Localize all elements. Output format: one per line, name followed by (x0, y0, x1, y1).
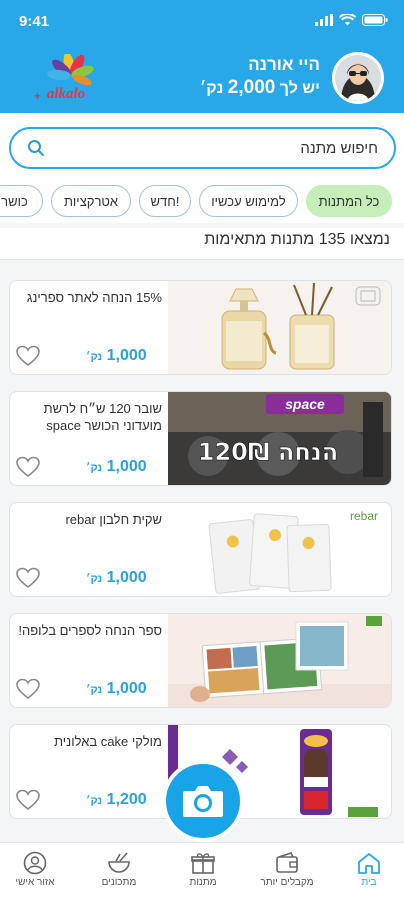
battery-icon (362, 14, 388, 26)
signal-icon (315, 14, 333, 26)
gift-price: 1,000 נק׳ (86, 458, 147, 475)
gift-card[interactable]: space 120₪ הנחה שובר 120 ש״ח לרשת מועדונ… (9, 391, 392, 486)
search-icon[interactable] (27, 139, 45, 157)
chip-redeem-now[interactable]: למימוש עכשיו (199, 185, 298, 217)
gift-image: rebar (168, 503, 391, 596)
balance-unit: נק׳ (199, 80, 224, 97)
brand-space-label: space (285, 396, 325, 412)
gift-image (168, 281, 391, 374)
app-header: 9:41 alkalo + היי אורנה יש לך 2,000 נק׳ (0, 0, 404, 113)
nav-gifts[interactable]: מתנות (168, 851, 238, 888)
gift-title: שקית חלבון rebar (65, 512, 162, 527)
wallet-icon (276, 852, 298, 873)
gift-image (168, 614, 391, 707)
brand-rebar-label: rebar (350, 509, 378, 523)
gift-price: 1,000 נק׳ (86, 680, 147, 697)
home-icon (358, 853, 380, 874)
search-placeholder: חיפוש מתנה (300, 139, 378, 157)
logo-text: alkalo (47, 86, 85, 102)
favorite-heart-icon[interactable] (16, 345, 40, 367)
nav-recipes[interactable]: מתכונים (84, 851, 154, 888)
gift-icon (191, 853, 215, 874)
gift-image: space 120₪ הנחה (168, 392, 391, 485)
balance-prefix: יש לך (279, 80, 320, 97)
status-time: 9:41 (19, 13, 50, 30)
gift-card[interactable]: rebar שקית חלבון rebar 1,000 נק׳ (9, 502, 392, 597)
gift-title: 15% הנחה לאתר ספרינג (26, 290, 162, 305)
brand-logo[interactable]: alkalo + (26, 52, 108, 104)
greeting: היי אורנה (248, 55, 320, 74)
points-balance: יש לך 2,000 נק׳ (200, 76, 320, 101)
gift-title: ספר הנחה לספרים בלופה! (18, 623, 162, 638)
nav-home[interactable]: בית (334, 851, 404, 888)
gift-price: 1,200 נק׳ (86, 791, 147, 808)
results-count: נמצאו 135 מתנות מתאימות (204, 231, 390, 248)
gift-title: שובר 120 ש״ח לרשת מועדוני הכושר space (43, 401, 162, 433)
balance-amount: 2,000 (227, 77, 276, 98)
chip-new[interactable]: חדש! (139, 185, 191, 217)
chip-all-gifts[interactable]: כל המתנות (306, 185, 392, 217)
user-icon (23, 851, 47, 875)
bowl-icon (108, 852, 130, 873)
filter-chips: כל המתנות למימוש עכשיו חדש! אטרקציות כוש… (0, 183, 404, 223)
favorite-heart-icon[interactable] (16, 456, 40, 478)
camera-icon (183, 786, 223, 817)
status-bar: 9:41 (0, 0, 404, 44)
favorite-heart-icon[interactable] (16, 789, 40, 811)
avatar[interactable] (332, 51, 384, 104)
search-section: חיפוש מתנה (0, 113, 404, 183)
wifi-icon (339, 14, 356, 26)
bottom-nav: בית מקבלים יותר מתנות מתכונים אזור אישי (0, 842, 404, 900)
gift-price: 1,000 נק׳ (86, 569, 147, 586)
status-icons (315, 14, 388, 26)
nav-personal-area[interactable]: אזור אישי (0, 851, 70, 888)
svg-text:+: + (34, 89, 41, 103)
gift-title: מולקי cake באלונית (54, 734, 162, 749)
discount-label: 120₪ הנחה (198, 438, 339, 466)
favorite-heart-icon[interactable] (16, 567, 40, 589)
chip-attractions[interactable]: אטרקציות (51, 185, 131, 217)
nav-get-more[interactable]: מקבלים יותר (252, 851, 322, 888)
gift-card[interactable]: 15% הנחה לאתר ספרינג 1,000 נק׳ (9, 280, 392, 375)
camera-button[interactable] (162, 760, 244, 842)
favorite-heart-icon[interactable] (16, 678, 40, 700)
chip-fitness[interactable]: כושר (0, 185, 43, 217)
gift-price: 1,000 נק׳ (86, 347, 147, 364)
gift-card[interactable]: ספר הנחה לספרים בלופה! 1,000 נק׳ (9, 613, 392, 708)
user-text: היי אורנה יש לך 2,000 נק׳ (200, 54, 320, 101)
search-input[interactable]: חיפוש מתנה (9, 127, 396, 169)
user-block[interactable]: היי אורנה יש לך 2,000 נק׳ (200, 50, 384, 105)
